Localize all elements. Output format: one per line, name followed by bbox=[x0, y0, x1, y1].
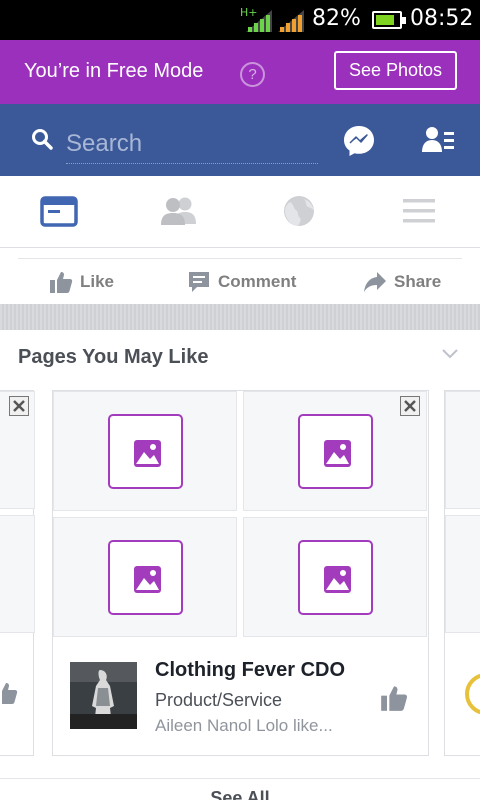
cover-placeholder bbox=[53, 517, 237, 637]
share-icon bbox=[364, 272, 386, 292]
page-social-context: Aileen Nanol Lolo like... bbox=[155, 716, 333, 735]
suggestion-card-previous[interactable] bbox=[0, 390, 35, 756]
like-action[interactable]: Like bbox=[49, 270, 139, 294]
dismiss-suggestion-icon[interactable] bbox=[400, 396, 420, 416]
cover-placeholder bbox=[445, 515, 480, 633]
chevron-down-icon[interactable] bbox=[440, 346, 460, 360]
feed-separator bbox=[0, 304, 480, 330]
suggestion-card-next[interactable] bbox=[444, 390, 480, 756]
page-profile-photo[interactable] bbox=[70, 662, 137, 729]
menu-icon bbox=[403, 199, 435, 223]
share-label: Share bbox=[394, 272, 442, 291]
thumbs-up-icon bbox=[50, 272, 73, 293]
tab-friends[interactable] bbox=[120, 176, 240, 248]
cover-placeholder bbox=[243, 517, 427, 637]
image-placeholder-icon bbox=[108, 540, 183, 615]
cover-placeholder bbox=[53, 391, 237, 511]
tab-notifications[interactable] bbox=[240, 176, 360, 248]
news-feed-icon bbox=[40, 196, 78, 227]
signal-icon-2 bbox=[278, 10, 304, 32]
post-actions-bar: Like Comment Share bbox=[0, 248, 480, 304]
comment-action[interactable]: Comment bbox=[187, 270, 307, 294]
page-category: Product/Service bbox=[155, 690, 283, 710]
app-screen: { "status_bar": { "network": "H+", "batt… bbox=[0, 0, 480, 800]
tab-menu[interactable] bbox=[360, 176, 480, 248]
globe-icon bbox=[284, 196, 314, 226]
see-all-link[interactable]: See All bbox=[0, 778, 480, 800]
section-title: Pages You May Like bbox=[18, 346, 209, 368]
see-all-label: See All bbox=[210, 788, 270, 800]
tab-news-feed[interactable] bbox=[0, 176, 120, 248]
comment-label: Comment bbox=[218, 272, 297, 291]
like-label: Like bbox=[80, 272, 115, 291]
status-bar: H+ 82% 08:52 bbox=[0, 0, 480, 40]
signal-icon bbox=[246, 10, 272, 32]
tab-bar bbox=[0, 176, 480, 248]
page-avatar bbox=[465, 673, 480, 715]
like-page-icon[interactable] bbox=[0, 681, 18, 705]
messenger-icon[interactable] bbox=[342, 124, 376, 158]
image-placeholder-icon bbox=[298, 540, 373, 615]
cover-placeholder bbox=[445, 391, 480, 509]
battery-percent: 82% bbox=[312, 6, 361, 31]
image-placeholder-icon bbox=[298, 414, 373, 489]
divider bbox=[18, 258, 462, 259]
search-icon bbox=[32, 129, 53, 150]
see-photos-button[interactable]: See Photos bbox=[334, 51, 457, 90]
clock: 08:52 bbox=[410, 6, 474, 31]
like-page-icon[interactable] bbox=[380, 684, 408, 712]
friend-requests-icon[interactable] bbox=[422, 126, 456, 154]
image-placeholder-icon bbox=[108, 414, 183, 489]
friends-icon bbox=[161, 197, 196, 225]
share-action[interactable]: Share bbox=[363, 270, 463, 294]
free-mode-banner: You’re in Free Mode ? See Photos bbox=[0, 40, 480, 104]
page-name[interactable]: Clothing Fever CDO bbox=[155, 659, 345, 682]
battery-icon bbox=[372, 11, 406, 29]
dismiss-suggestion-icon[interactable] bbox=[9, 396, 29, 416]
search-input[interactable] bbox=[66, 124, 318, 164]
help-icon[interactable]: ? bbox=[240, 62, 265, 87]
comment-icon bbox=[189, 272, 209, 292]
cover-placeholder bbox=[0, 515, 35, 633]
free-mode-text: You’re in Free Mode bbox=[24, 60, 204, 82]
